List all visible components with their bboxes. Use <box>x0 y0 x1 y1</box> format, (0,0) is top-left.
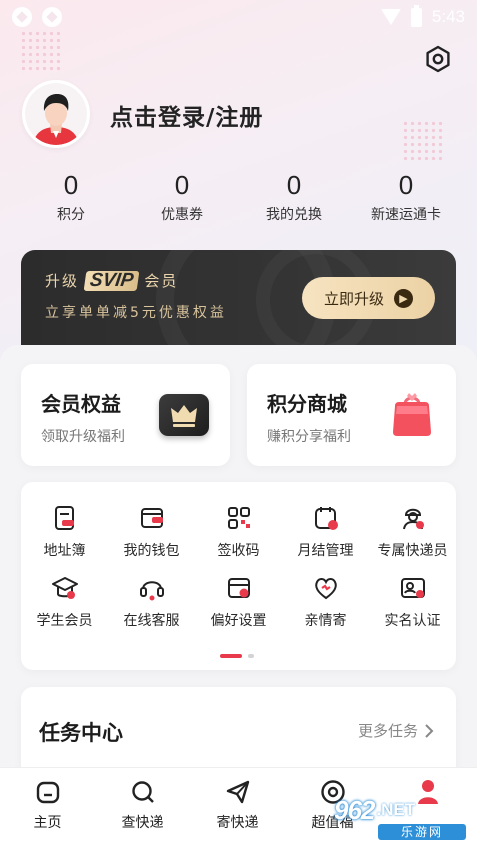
watermark-suffix: .NET <box>376 800 416 819</box>
stat-label: 我的兑换 <box>266 207 322 223</box>
app-notification-icon <box>12 7 32 27</box>
svip-badge: SVIP <box>83 270 140 291</box>
svip-description: 立享单单减5元优惠权益 <box>45 305 227 321</box>
id-card-icon <box>400 578 425 598</box>
service-label: 我的钱包 <box>123 543 180 559</box>
courier-icon <box>402 508 424 530</box>
wallet-icon <box>140 508 163 528</box>
card-title: 积分商城 <box>267 392 347 416</box>
app-notification-icon <box>42 7 62 27</box>
decorative-dots <box>402 120 446 164</box>
service-monthly[interactable]: 月结管理 <box>282 504 369 572</box>
nav-label: 寄快递 <box>216 815 259 831</box>
service-label: 地址簿 <box>43 543 86 559</box>
stat-label: 新速运通卡 <box>371 207 441 223</box>
card-subtitle: 领取升级福利 <box>41 429 125 445</box>
service-student[interactable]: 学生会员 <box>21 574 108 642</box>
send-icon <box>226 780 249 804</box>
stat-value: 0 <box>63 170 79 200</box>
nav-label: 查快递 <box>121 815 164 831</box>
stat-label: 优惠券 <box>161 207 203 223</box>
service-label: 专属快递员 <box>377 543 448 559</box>
service-signing-code[interactable]: 签收码 <box>195 504 282 572</box>
battery-icon <box>410 4 422 27</box>
headset-icon <box>139 581 164 601</box>
stat-value: 0 <box>286 170 302 200</box>
stat-coupons[interactable]: 0 优惠券 <box>127 168 237 224</box>
site-watermark: 962 .NET 乐游网 <box>334 776 474 842</box>
nav-label: 主页 <box>33 815 62 831</box>
more-tasks-label: 更多任务 <box>357 722 418 740</box>
settings-icon <box>426 45 450 73</box>
upgrade-button-label: 立即升级 <box>323 289 384 308</box>
arrow-right-icon: ▶ <box>394 288 413 308</box>
nav-home[interactable]: 主页 <box>0 778 95 832</box>
stat-label: 积分 <box>57 207 85 223</box>
service-courier[interactable]: 专属快递员 <box>369 504 456 572</box>
service-online-support[interactable]: 在线客服 <box>108 574 195 642</box>
watermark-number: 962 <box>334 794 375 825</box>
stat-value: 0 <box>174 170 190 200</box>
svip-title: 升级 SVIP 会员 <box>45 270 178 291</box>
member-benefits-card[interactable]: 会员权益 领取升级福利 <box>21 364 230 466</box>
svip-suffix: 会员 <box>144 272 179 290</box>
pager-dot-active <box>220 654 242 658</box>
svip-banner[interactable]: 升级 SVIP 会员 立享单单减5元优惠权益 立即升级 ▶ <box>21 250 456 350</box>
service-label: 在线客服 <box>123 613 180 629</box>
svip-prefix: 升级 <box>45 272 80 290</box>
grid-pager <box>220 654 254 658</box>
upgrade-button[interactable]: 立即升级 ▶ <box>302 277 435 319</box>
stat-value: 0 <box>398 170 414 200</box>
status-bar: 5:43 <box>0 0 477 34</box>
service-family-send[interactable]: 亲情寄 <box>282 574 369 642</box>
card-subtitle: 赚积分享福利 <box>267 429 351 445</box>
service-label: 学生会员 <box>36 613 93 629</box>
card-title: 会员权益 <box>41 392 121 416</box>
crown-icon <box>159 394 209 436</box>
calendar-icon <box>314 507 338 530</box>
task-center-card: 任务中心 更多任务 <box>21 687 456 777</box>
service-label: 实名认证 <box>384 613 441 629</box>
nav-track[interactable]: 查快递 <box>95 778 190 832</box>
status-time: 5:43 <box>431 7 465 26</box>
service-label: 偏好设置 <box>210 613 267 629</box>
task-center-title: 任务中心 <box>39 721 123 745</box>
watermark-site: 乐游网 <box>378 824 466 840</box>
service-address-book[interactable]: 地址簿 <box>21 504 108 572</box>
settings-button[interactable] <box>422 43 454 75</box>
services-grid: 地址簿 我的钱包 签收码 月结管理 专属快递员 学生会员 在线客服 偏好设置 亲… <box>21 482 456 670</box>
gift-bag-icon <box>389 390 435 438</box>
nav-send[interactable]: 寄快递 <box>190 778 285 832</box>
qr-code-icon <box>227 507 250 529</box>
pager-dot <box>248 654 254 658</box>
avatar-illustration <box>33 94 79 145</box>
stat-exchanges[interactable]: 0 我的兑换 <box>239 168 349 224</box>
address-book-icon <box>54 506 74 530</box>
search-icon <box>131 781 154 803</box>
points-mall-card[interactable]: 积分商城 赚积分享福利 <box>247 364 456 466</box>
decorative-dots <box>20 30 64 74</box>
service-preferences[interactable]: 偏好设置 <box>195 574 282 642</box>
stat-points[interactable]: 0 积分 <box>16 168 126 224</box>
service-label: 亲情寄 <box>304 613 347 629</box>
wifi-icon <box>380 9 401 25</box>
more-tasks-link[interactable]: 更多任务 <box>358 720 434 741</box>
stat-express-card[interactable]: 0 新速运通卡 <box>351 168 461 224</box>
login-register-link[interactable]: 点击登录/注册 <box>110 98 263 132</box>
preference-icon <box>227 578 250 598</box>
stats-row: 0 积分 0 优惠券 0 我的兑换 0 新速运通卡 <box>0 168 477 230</box>
graduation-cap-icon <box>51 577 78 599</box>
service-label: 月结管理 <box>297 543 354 559</box>
service-real-name[interactable]: 实名认证 <box>369 574 456 642</box>
service-wallet[interactable]: 我的钱包 <box>108 504 195 572</box>
service-label: 签收码 <box>217 543 260 559</box>
home-icon <box>36 781 59 804</box>
heart-icon <box>314 578 337 600</box>
chevron-right-icon <box>425 723 434 738</box>
avatar[interactable] <box>22 80 90 148</box>
